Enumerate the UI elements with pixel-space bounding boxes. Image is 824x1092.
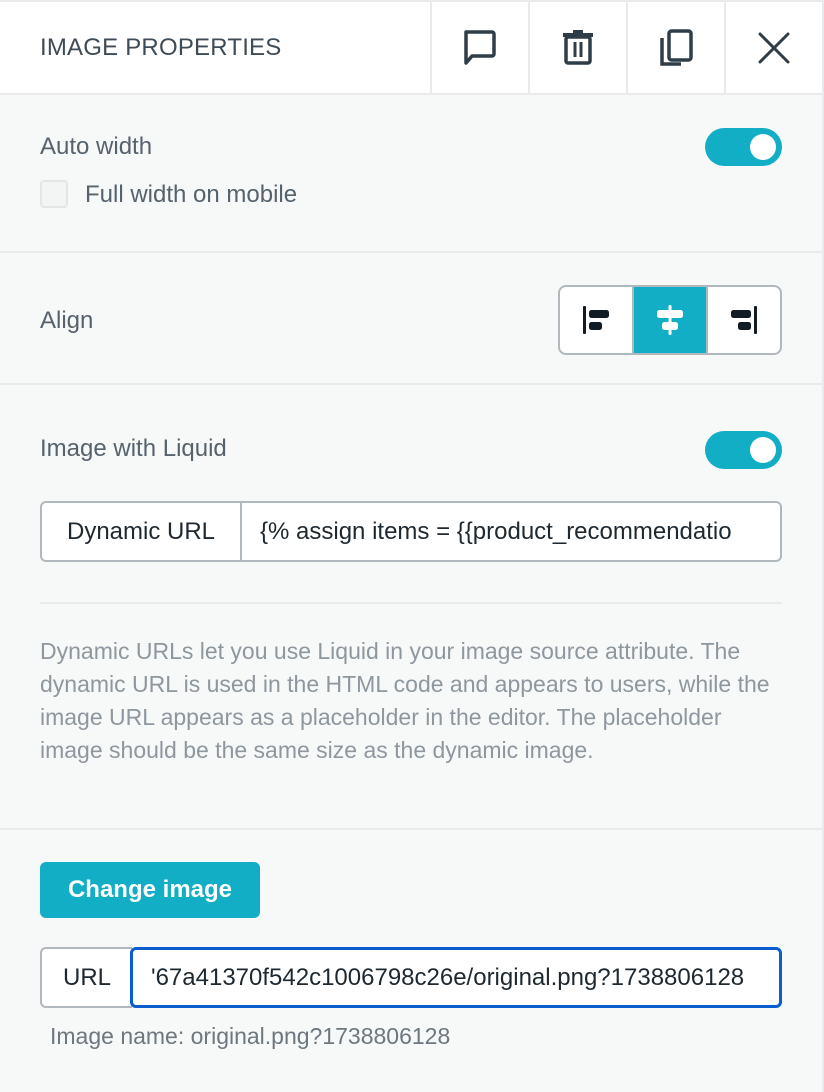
- dynamic-url-help-text: Dynamic URLs let you use Liquid in your …: [40, 638, 770, 763]
- image-with-liquid-label: Image with Liquid: [40, 435, 227, 462]
- align-right-button[interactable]: [706, 287, 780, 353]
- full-width-mobile-label: Full width on mobile: [85, 181, 298, 208]
- url-label: URL: [40, 947, 132, 1008]
- dynamic-url-group: Dynamic URL {% assign items = {{product_…: [40, 501, 782, 562]
- align-left-icon: [583, 306, 609, 334]
- full-width-mobile-checkbox[interactable]: [40, 180, 68, 208]
- toggle-knob: [750, 437, 776, 463]
- section-divider: [40, 602, 782, 604]
- image-with-liquid-toggle[interactable]: [705, 431, 782, 469]
- liquid-section: Image with Liquid Dynamic URL {% assign …: [0, 385, 822, 830]
- image-url-group: URL '67a41370f542c1006798c26e/original.p…: [40, 947, 782, 1008]
- align-button-group: [558, 285, 782, 355]
- align-right-icon: [731, 306, 757, 334]
- dynamic-url-input[interactable]: {% assign items = {{product_recommendati…: [240, 501, 782, 562]
- toggle-knob: [750, 134, 776, 160]
- align-section: Align: [0, 253, 822, 385]
- align-center-icon: [657, 305, 683, 335]
- auto-width-toggle[interactable]: [705, 128, 782, 166]
- trash-icon: [563, 29, 593, 65]
- comment-icon: [464, 29, 496, 65]
- change-image-button[interactable]: Change image: [40, 862, 260, 918]
- close-icon: [758, 32, 790, 63]
- delete-button[interactable]: [528, 2, 626, 93]
- panel-header: IMAGE PROPERTIES: [0, 2, 822, 95]
- image-properties-panel: IMAGE PROPERTIES Auto width Full width o…: [0, 0, 824, 1092]
- copy-icon: [660, 28, 693, 66]
- duplicate-button[interactable]: [626, 2, 724, 93]
- comment-button[interactable]: [430, 2, 528, 93]
- align-center-button[interactable]: [632, 287, 706, 353]
- image-section: Change image URL '67a41370f542c1006798c2…: [0, 830, 822, 1092]
- width-section: Auto width Full width on mobile: [0, 95, 822, 253]
- close-button[interactable]: [724, 2, 822, 93]
- align-left-button[interactable]: [560, 287, 632, 353]
- align-label: Align: [40, 307, 94, 334]
- auto-width-label: Auto width: [40, 133, 153, 160]
- dynamic-url-label: Dynamic URL: [40, 501, 240, 562]
- panel-title: IMAGE PROPERTIES: [40, 33, 282, 61]
- image-url-input[interactable]: '67a41370f542c1006798c26e/original.png?1…: [130, 947, 782, 1008]
- image-url-value: '67a41370f542c1006798c26e/original.png?1…: [151, 963, 745, 991]
- image-name-text: Image name: original.png?1738806128: [50, 1023, 451, 1049]
